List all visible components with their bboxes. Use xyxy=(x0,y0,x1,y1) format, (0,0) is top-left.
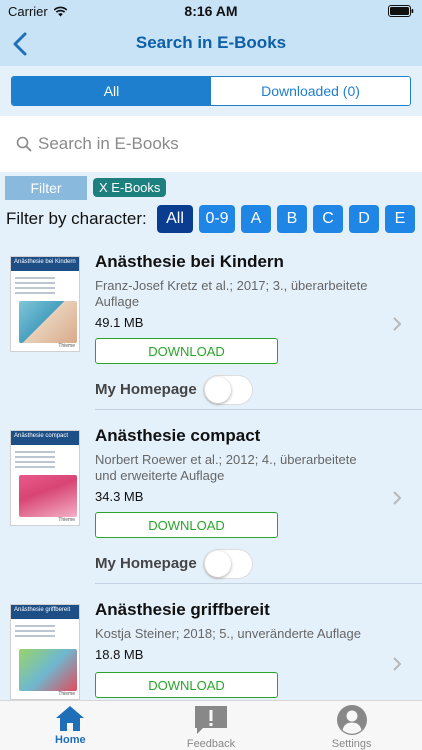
tab-settings[interactable]: Settings xyxy=(281,701,422,750)
my-homepage-label: My Homepage xyxy=(95,555,197,572)
book-meta: Norbert Roewer et al.; 2012; 4., überarb… xyxy=(95,452,357,483)
segmented-control: All Downloaded (0) xyxy=(11,76,411,106)
person-icon xyxy=(336,705,367,735)
char-button-all[interactable]: All xyxy=(157,205,193,233)
battery-icon xyxy=(388,5,414,17)
char-button-e[interactable]: E xyxy=(385,205,415,233)
book-size: 49.1 MB xyxy=(95,315,144,330)
search-bar xyxy=(0,116,422,172)
character-filter-label: Filter by character: xyxy=(6,209,147,228)
my-homepage-toggle[interactable] xyxy=(203,375,253,405)
book-title: Anästhesie compact xyxy=(95,426,261,445)
chevron-right-icon xyxy=(393,317,402,331)
char-button-b[interactable]: B xyxy=(277,205,307,233)
cover-title: Anästhesie bei Kindern xyxy=(14,259,76,265)
char-button-a[interactable]: A xyxy=(241,205,271,233)
status-bar: Carrier 8:16 AM xyxy=(0,0,422,22)
book-cover-image: Anästhesie griffbereit Thieme xyxy=(10,604,80,700)
book-cover-image: Anästhesie compact Thieme xyxy=(10,430,80,526)
list-item[interactable]: Anästhesie bei Kindern Thieme Anästhesie… xyxy=(0,236,422,410)
clock: 8:16 AM xyxy=(184,3,238,19)
char-button-0-9[interactable]: 0-9 xyxy=(199,205,235,233)
book-cover-image: Anästhesie bei Kindern Thieme xyxy=(10,256,80,352)
nav-bar: Search in E-Books xyxy=(0,22,422,66)
book-meta: Kostja Steiner; 2018; 5., unveränderte A… xyxy=(95,626,361,641)
filter-row: Filter X E-Books xyxy=(0,172,422,202)
search-input[interactable] xyxy=(38,130,398,158)
cover-title: Anästhesie compact xyxy=(14,433,69,439)
tab-home-label: Home xyxy=(55,734,86,746)
tab-feedback[interactable]: Feedback xyxy=(141,701,282,750)
search-icon xyxy=(16,136,32,152)
list-item[interactable]: Anästhesie compact Thieme Anästhesie com… xyxy=(0,410,422,584)
character-filter: Filter by character: All 0-9 A B C D E xyxy=(0,202,422,236)
char-button-c[interactable]: C xyxy=(313,205,343,233)
tab-feedback-label: Feedback xyxy=(186,738,236,750)
chevron-right-icon xyxy=(393,491,402,505)
book-title: Anästhesie griffbereit xyxy=(95,600,270,619)
tab-settings-label: Settings xyxy=(331,738,372,750)
book-meta: Franz-Josef Kretz et al.; 2017; 3., über… xyxy=(95,278,368,309)
list-item[interactable]: Anästhesie griffbereit Thieme Anästhesie… xyxy=(0,584,422,700)
download-button[interactable]: DOWNLOAD xyxy=(95,512,278,538)
book-size: 18.8 MB xyxy=(95,647,144,662)
chevron-right-icon xyxy=(393,657,402,671)
filter-button[interactable]: Filter xyxy=(5,176,87,200)
filter-chip-ebooks[interactable]: X E-Books xyxy=(93,178,167,197)
segmented-control-area: All Downloaded (0) xyxy=(0,66,422,116)
tab-home[interactable]: Home xyxy=(0,701,141,750)
tab-bar: Home Feedback Settings xyxy=(0,700,422,750)
feedback-icon xyxy=(195,706,227,734)
download-button[interactable]: DOWNLOAD xyxy=(95,672,278,698)
book-size: 34.3 MB xyxy=(95,489,144,504)
segment-downloaded[interactable]: Downloaded (0) xyxy=(211,77,410,105)
book-title: Anästhesie bei Kindern xyxy=(95,252,284,271)
download-button[interactable]: DOWNLOAD xyxy=(95,338,278,364)
my-homepage-toggle[interactable] xyxy=(203,549,253,579)
book-list: Anästhesie bei Kindern Thieme Anästhesie… xyxy=(0,236,422,700)
char-button-d[interactable]: D xyxy=(349,205,379,233)
home-icon xyxy=(56,706,85,731)
my-homepage-label: My Homepage xyxy=(95,381,197,398)
cover-title: Anästhesie griffbereit xyxy=(14,607,71,613)
segment-all[interactable]: All xyxy=(12,77,211,105)
page-title: Search in E-Books xyxy=(135,33,287,52)
character-filter-buttons: All 0-9 A B C D E xyxy=(157,205,415,233)
